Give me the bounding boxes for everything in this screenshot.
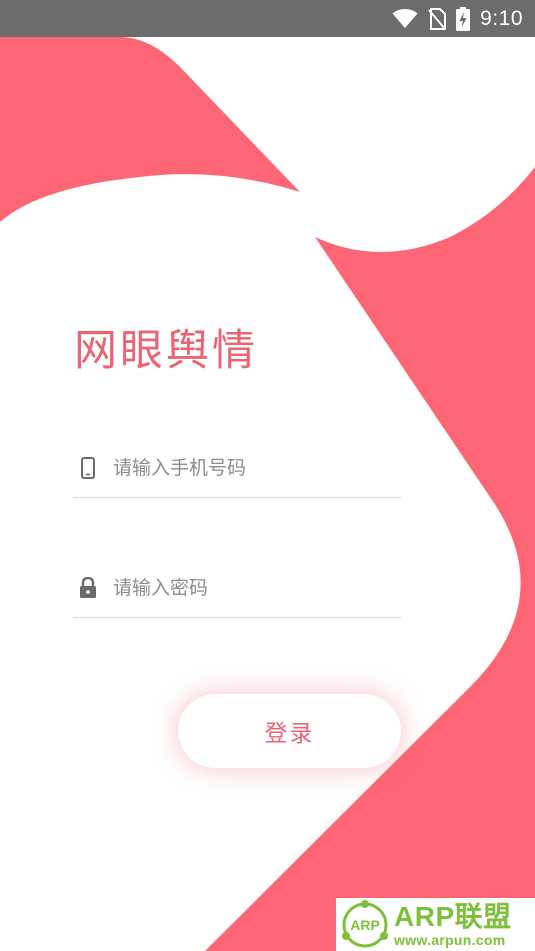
lock-icon [75, 576, 101, 599]
arp-watermark: ARP ARP联盟 www.arpun.com [336, 898, 535, 951]
watermark-url: www.arpun.com [394, 931, 506, 948]
svg-text:ARP: ARP [350, 917, 380, 933]
battery-charging-icon [456, 6, 471, 31]
watermark-brand: ARP联盟 [394, 900, 512, 932]
password-input[interactable] [113, 576, 393, 599]
phone-field[interactable] [73, 438, 401, 498]
login-button[interactable]: 登录 [178, 694, 401, 768]
no-sim-icon [428, 7, 447, 30]
phone-input[interactable] [113, 456, 393, 479]
clock: 9:10 [480, 6, 523, 30]
smartphone-icon [75, 456, 101, 479]
status-bar: 9:10 [0, 0, 535, 37]
app-title: 网眼舆情 [74, 326, 258, 376]
arp-logo: ARP [342, 899, 388, 947]
password-field[interactable] [73, 558, 401, 618]
wifi-icon [392, 8, 418, 29]
